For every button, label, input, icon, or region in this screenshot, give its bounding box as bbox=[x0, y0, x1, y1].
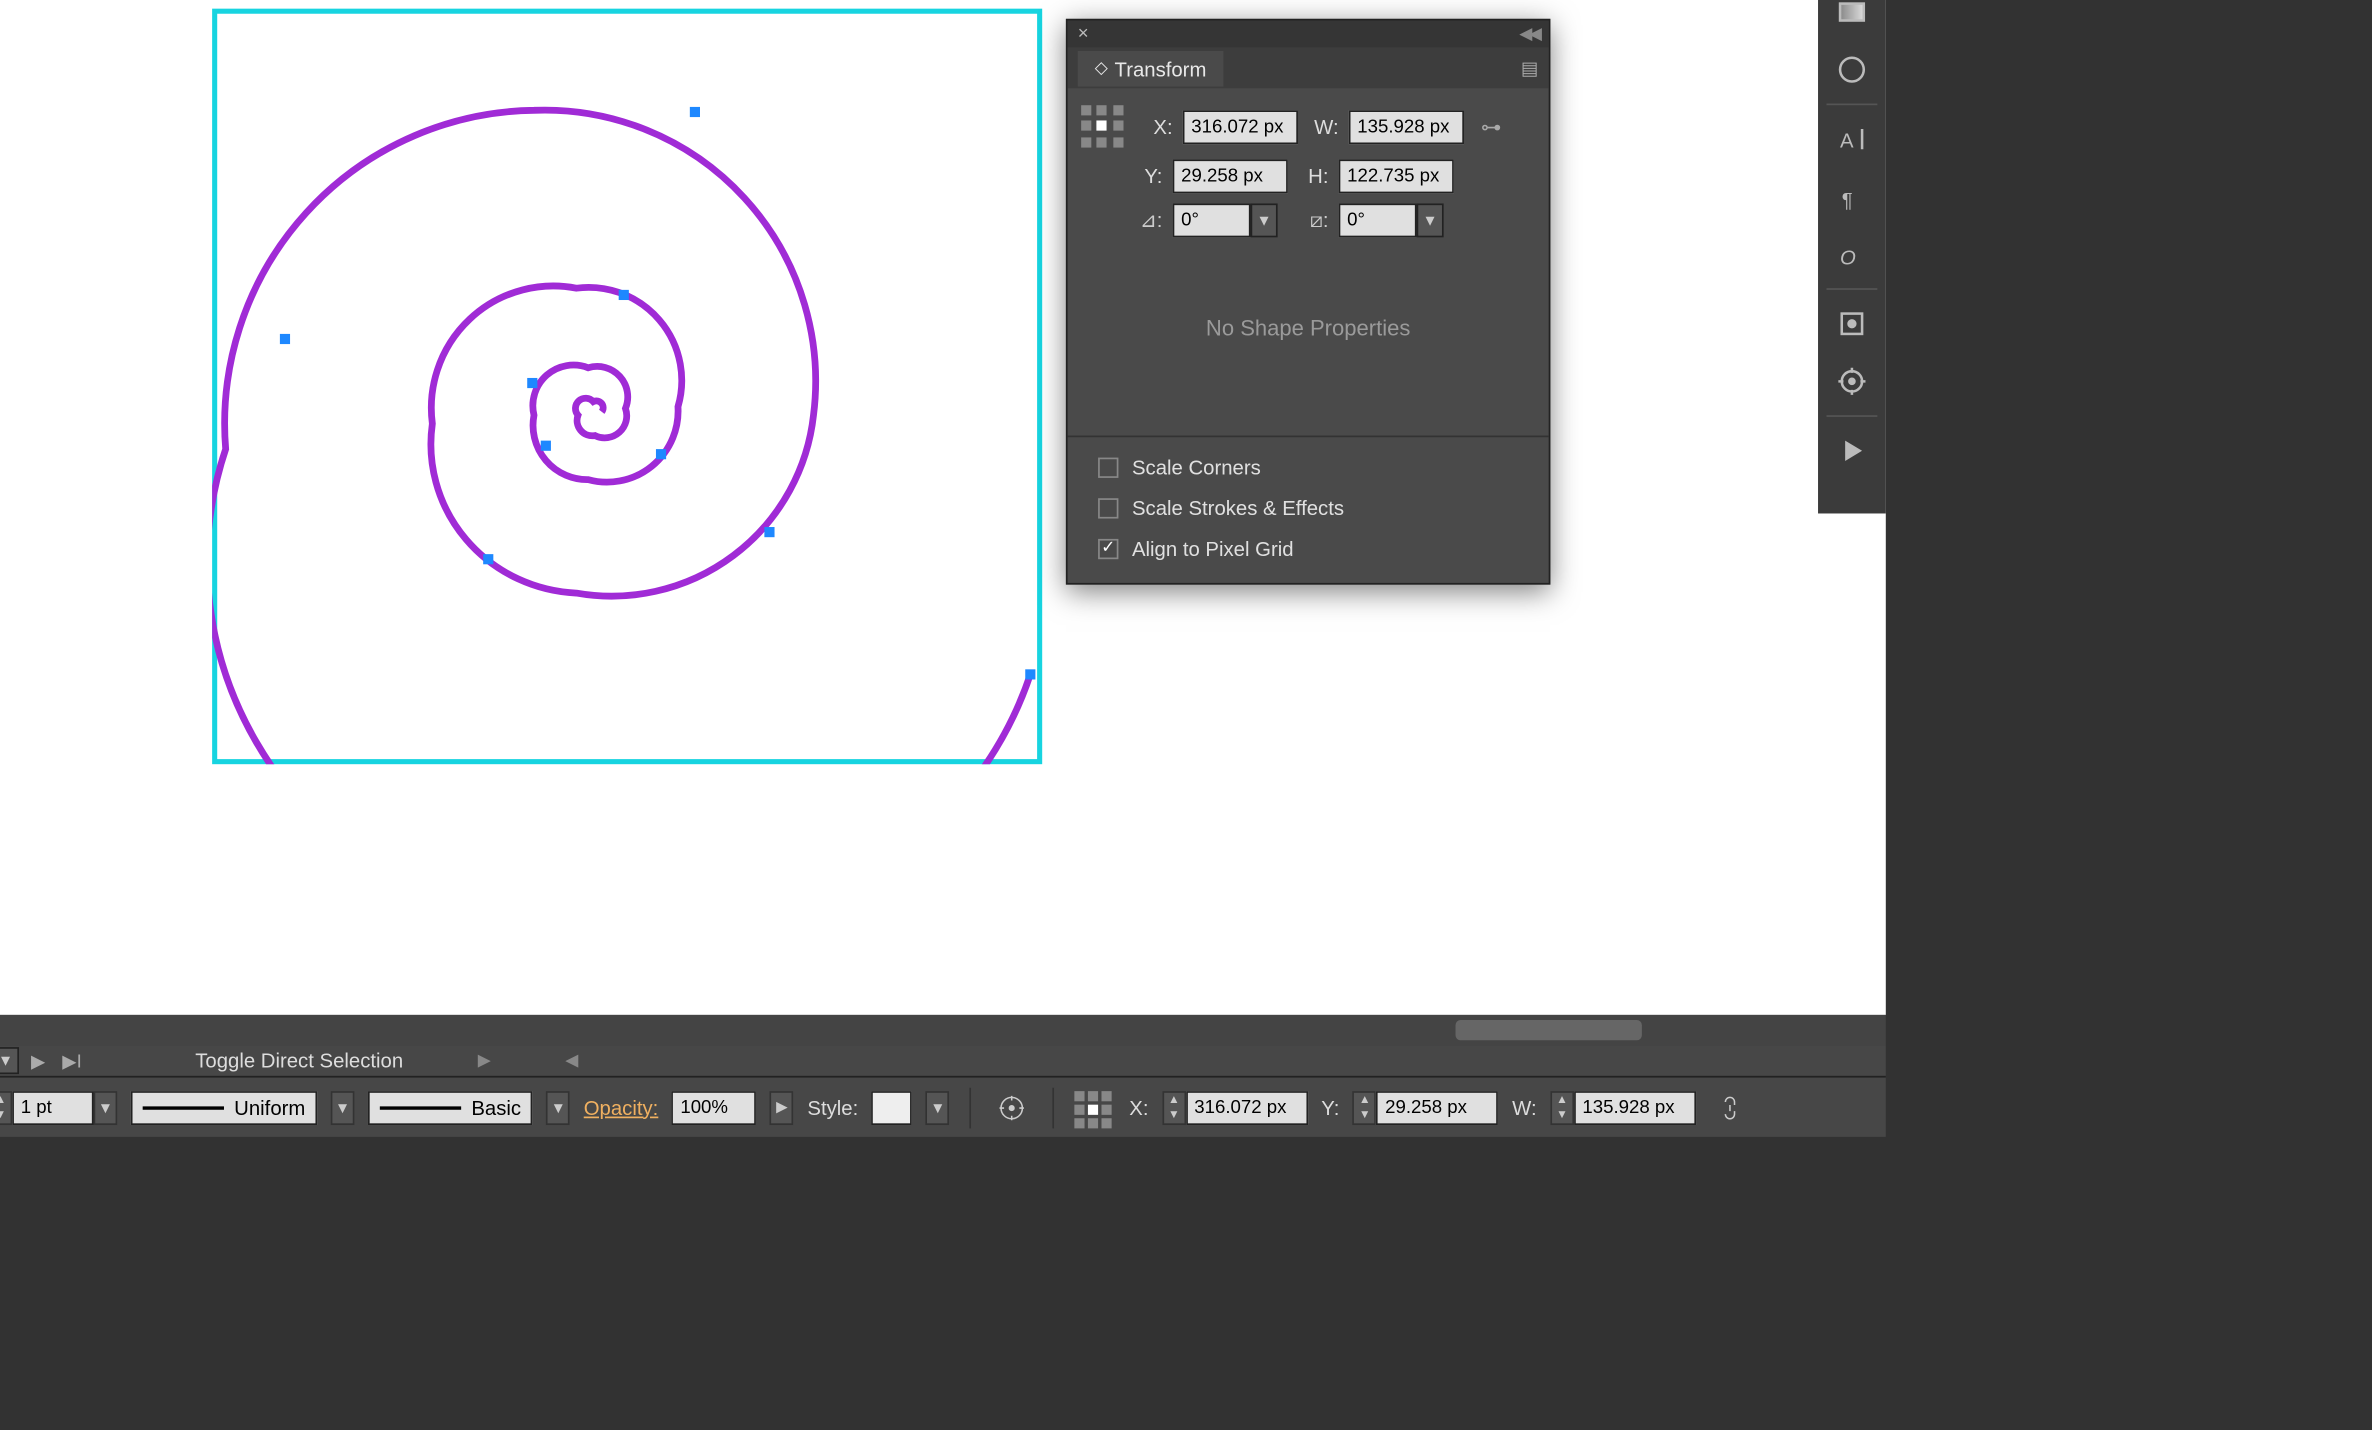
ctrl-y-stepper[interactable]: ▲▼ bbox=[1353, 1090, 1377, 1124]
reference-point-grid[interactable] bbox=[1081, 105, 1125, 149]
profile-dropdown-icon[interactable]: ▼ bbox=[331, 1090, 355, 1124]
scale-strokes-label: Scale Strokes & Effects bbox=[1132, 497, 1344, 521]
color-panel-icon[interactable] bbox=[1823, 0, 1881, 41]
w-label: W: bbox=[1308, 115, 1338, 139]
recolor-artwork-icon[interactable] bbox=[992, 1089, 1033, 1126]
panel-titlebar[interactable]: × ◀◀ bbox=[1068, 21, 1549, 48]
collapse-panel-icon[interactable]: ◀◀ bbox=[1519, 25, 1538, 44]
rotate-dropdown-icon[interactable]: ▼ bbox=[1251, 203, 1278, 237]
right-panel-dock: ×▶▶ A ¶ O bbox=[1818, 0, 1886, 513]
artboard-dropdown-icon[interactable]: ▼ bbox=[0, 1047, 19, 1074]
constrain-proportions-icon[interactable]: ⊶ bbox=[1481, 115, 1501, 139]
ctrl-y-label: Y: bbox=[1321, 1095, 1339, 1119]
scale-corners-checkbox-row[interactable]: Scale Corners bbox=[1081, 447, 1535, 488]
h-input[interactable]: 122.735 px bbox=[1339, 159, 1454, 193]
ctrl-w-input[interactable]: 135.928 px bbox=[1574, 1090, 1696, 1124]
paragraph-panel-icon[interactable]: ¶ bbox=[1823, 168, 1881, 226]
ctrl-y-input[interactable]: 29.258 px bbox=[1377, 1090, 1499, 1124]
svg-text:O: O bbox=[1840, 247, 1856, 269]
last-artboard-button[interactable]: ▶I bbox=[57, 1050, 87, 1072]
constrain-wh-icon[interactable] bbox=[1709, 1089, 1750, 1126]
status-prev-icon[interactable]: ◀ bbox=[565, 1051, 578, 1070]
opacity-dropdown-icon[interactable]: ▶ bbox=[770, 1090, 794, 1124]
svg-text:A: A bbox=[1840, 131, 1854, 153]
h-label: H: bbox=[1298, 165, 1328, 189]
scroll-thumb[interactable] bbox=[1456, 1020, 1642, 1040]
rotate-icon: ⊿: bbox=[1132, 209, 1162, 233]
scale-strokes-checkbox-row[interactable]: Scale Strokes & Effects bbox=[1081, 488, 1535, 529]
y-label: Y: bbox=[1132, 165, 1162, 189]
scale-corners-label: Scale Corners bbox=[1132, 456, 1261, 480]
stroke-weight-input[interactable]: 1 pt bbox=[12, 1090, 93, 1124]
canvas[interactable] bbox=[0, 0, 1886, 1015]
align-pixel-label: Align to Pixel Grid bbox=[1132, 537, 1294, 561]
graphic-style-chip[interactable] bbox=[872, 1090, 913, 1124]
shear-input[interactable]: 0° bbox=[1339, 203, 1417, 237]
status-message: Toggle Direct Selection bbox=[195, 1049, 403, 1073]
spiral-path[interactable] bbox=[212, 9, 1042, 765]
ctrl-x-stepper[interactable]: ▲▼ bbox=[1162, 1090, 1186, 1124]
character-panel-icon[interactable]: A bbox=[1823, 110, 1881, 168]
ctrl-x-input[interactable]: 316.072 px bbox=[1186, 1090, 1308, 1124]
no-shape-properties-message: No Shape Properties bbox=[1081, 248, 1535, 426]
transform-tab[interactable]: ◇Transform bbox=[1078, 50, 1224, 86]
shear-dropdown-icon[interactable]: ▼ bbox=[1417, 203, 1444, 237]
align-panel-icon[interactable] bbox=[1823, 353, 1881, 411]
shear-icon: ⧄: bbox=[1298, 208, 1328, 233]
align-panel-toggle-icon[interactable] bbox=[1075, 1089, 1116, 1126]
brush-dropdown-icon[interactable]: ▼ bbox=[546, 1090, 570, 1124]
color-guide-panel-icon[interactable] bbox=[1823, 41, 1881, 99]
x-label: X: bbox=[1142, 115, 1172, 139]
y-input[interactable]: 29.258 px bbox=[1173, 159, 1288, 193]
ctrl-w-label: W: bbox=[1512, 1095, 1536, 1119]
brush-definition[interactable]: Basic bbox=[368, 1090, 533, 1124]
panel-menu-icon[interactable]: ▤ bbox=[1521, 57, 1539, 79]
stroke-weight-stepper[interactable]: ▲▼ bbox=[0, 1090, 12, 1124]
variable-width-profile[interactable]: Uniform bbox=[131, 1090, 317, 1124]
next-artboard-button[interactable]: ▶ bbox=[26, 1050, 51, 1072]
align-pixel-checkbox-row[interactable]: ✓ Align to Pixel Grid bbox=[1081, 529, 1535, 570]
transform-panel-icon[interactable] bbox=[1823, 295, 1881, 353]
opacity-input[interactable]: 100% bbox=[672, 1090, 757, 1124]
align-pixel-checkbox[interactable]: ✓ bbox=[1098, 539, 1118, 559]
close-panel-icon[interactable]: × bbox=[1078, 24, 1089, 44]
w-input[interactable]: 135.928 px bbox=[1349, 110, 1464, 144]
actions-panel-icon[interactable] bbox=[1823, 422, 1881, 480]
status-bar: ⇪ 300% ▼ I◀ ◀ 1 ▼ ▶ ▶I Toggle Direct Sel… bbox=[0, 1045, 1886, 1075]
svg-text:¶: ¶ bbox=[1842, 190, 1853, 212]
scale-strokes-checkbox[interactable] bbox=[1098, 498, 1118, 518]
ctrl-w-stepper[interactable]: ▲▼ bbox=[1550, 1090, 1574, 1124]
transform-panel: × ◀◀ ◇Transform ▤ X: 316.072 px W: 135.9… bbox=[1066, 19, 1550, 585]
ctrl-x-label: X: bbox=[1129, 1095, 1148, 1119]
x-input[interactable]: 316.072 px bbox=[1183, 110, 1298, 144]
opentype-panel-icon[interactable]: O bbox=[1823, 225, 1881, 283]
horizontal-scrollbar[interactable] bbox=[0, 1015, 1886, 1045]
style-dropdown-icon[interactable]: ▼ bbox=[926, 1090, 950, 1124]
rotate-input[interactable]: 0° bbox=[1173, 203, 1251, 237]
scale-corners-checkbox[interactable] bbox=[1098, 458, 1118, 478]
control-bar: ▼ ▼ Stroke: ▲▼ 1 pt ▼ Uniform ▼ Basic ▼ … bbox=[0, 1076, 1886, 1137]
style-label: Style: bbox=[807, 1095, 858, 1119]
status-play-icon[interactable]: ▶ bbox=[478, 1051, 491, 1070]
opacity-label[interactable]: Opacity: bbox=[584, 1095, 659, 1119]
stroke-weight-dropdown-icon[interactable]: ▼ bbox=[94, 1090, 118, 1124]
